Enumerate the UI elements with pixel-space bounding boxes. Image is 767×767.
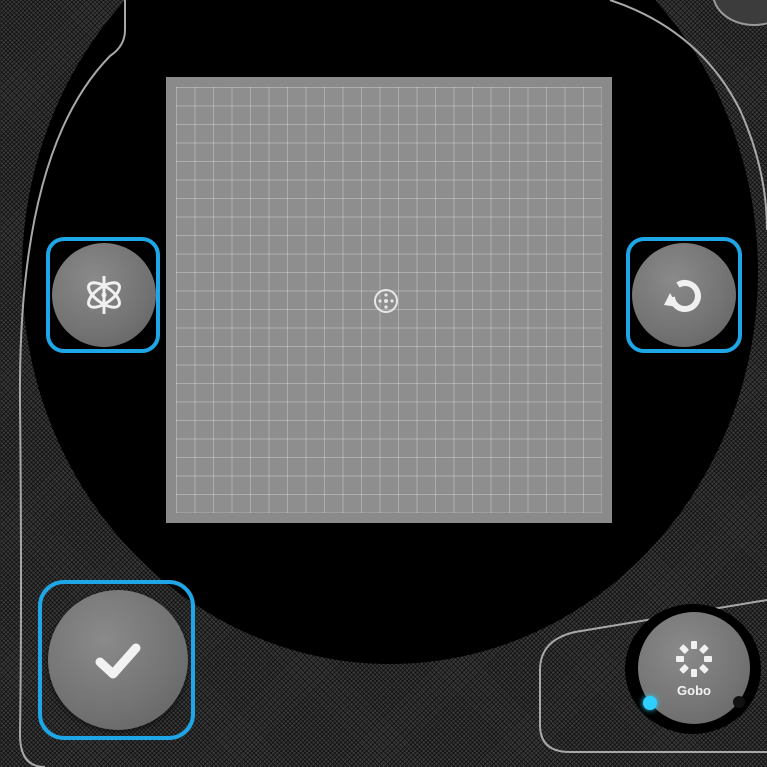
rotate-button[interactable]	[632, 243, 736, 347]
gyro-button[interactable]	[52, 243, 156, 347]
top-right-knob[interactable]	[712, 0, 767, 26]
gobo-level-indicator[interactable]	[643, 696, 657, 710]
gobo-label: Gobo	[677, 682, 711, 698]
rotate-icon	[664, 280, 701, 312]
confirm-button[interactable]	[48, 590, 188, 730]
checkmark-icon	[95, 643, 141, 679]
screen: Gobo	[0, 0, 767, 767]
gobo-dial-end	[733, 696, 745, 708]
gyro-icon	[87, 276, 121, 314]
crosshair-icon	[374, 289, 398, 313]
gobo-icon	[676, 640, 712, 677]
